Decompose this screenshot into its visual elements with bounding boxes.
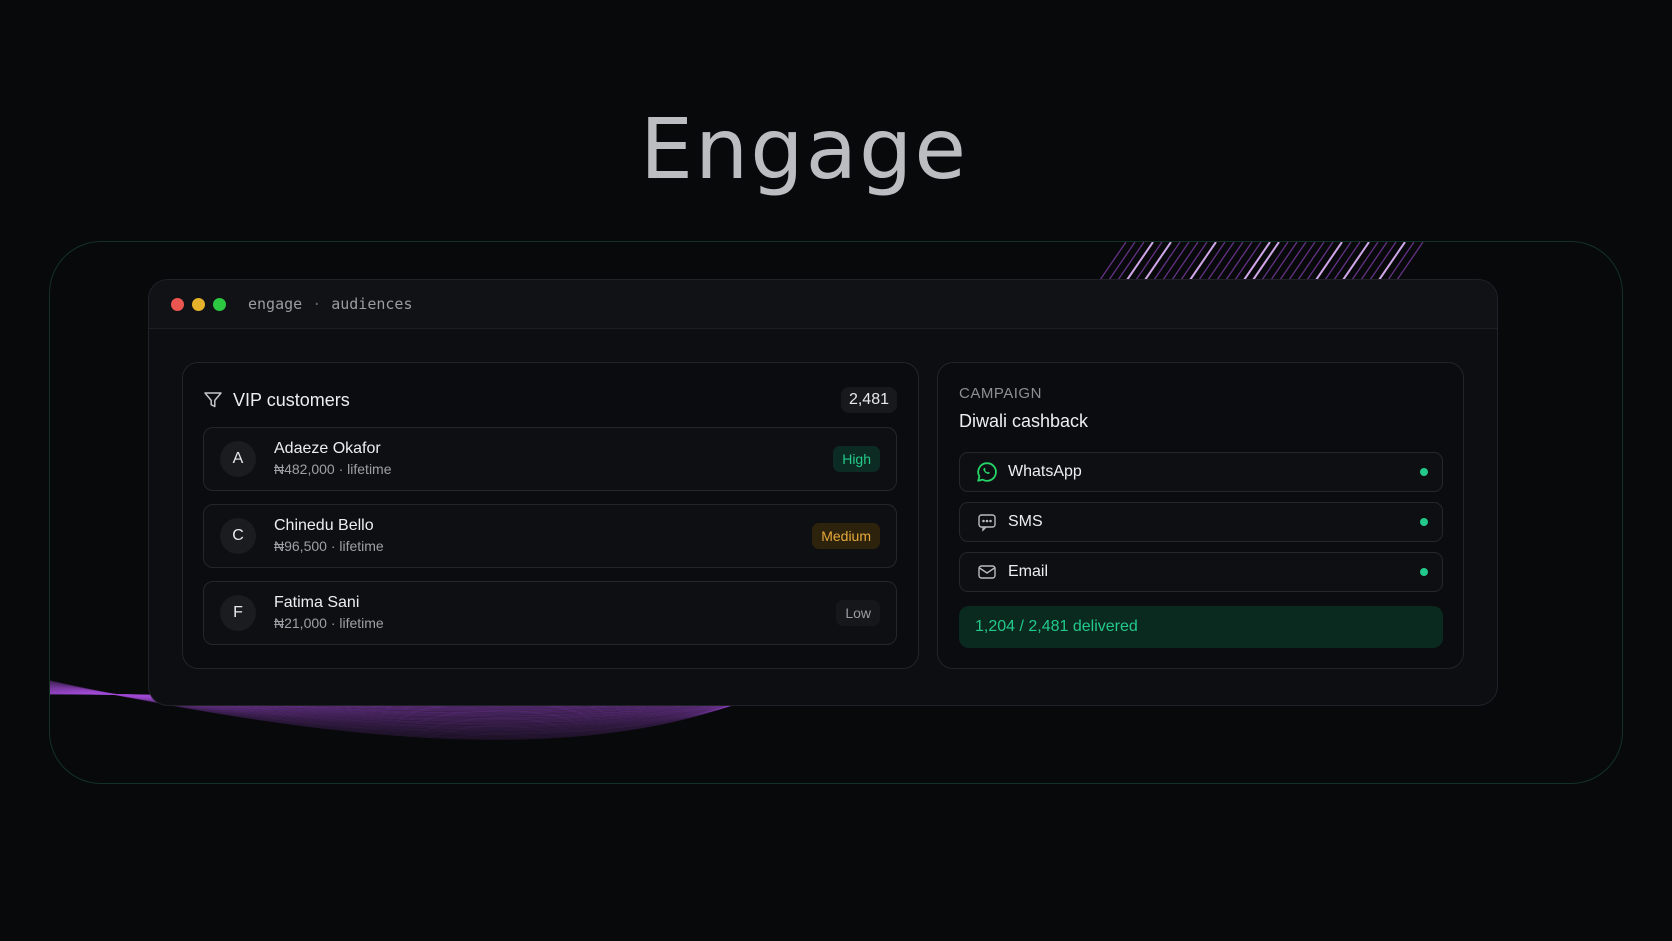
- channel-whatsapp[interactable]: WhatsApp: [959, 452, 1443, 492]
- audience-count-badge: 2,481: [840, 387, 897, 413]
- channel-name: WhatsApp: [1008, 463, 1082, 480]
- tier-badge: Medium: [812, 523, 880, 549]
- customer-row[interactable]: F Fatima Sani ₦21,000 · lifetime Low: [203, 581, 897, 645]
- channel-name: Email: [1008, 563, 1049, 580]
- audience-title: VIP customers: [233, 389, 350, 410]
- breadcrumb-separator: ·: [312, 295, 322, 313]
- filter-icon[interactable]: [203, 390, 223, 410]
- status-dot: [1420, 518, 1428, 526]
- close-window-button[interactable]: [171, 297, 184, 311]
- customer-list: A Adaeze Okafor ₦482,000 · lifetime High…: [203, 427, 897, 658]
- breadcrumb: engage · audiences: [248, 295, 413, 313]
- campaign-label: CAMPAIGN: [959, 385, 1042, 402]
- minimize-window-button[interactable]: [192, 297, 205, 311]
- email-icon: [976, 561, 998, 583]
- maximize-window-button[interactable]: [213, 297, 226, 311]
- campaign-title: Diwali cashback: [959, 411, 1089, 431]
- status-dot: [1420, 468, 1428, 476]
- customer-row[interactable]: C Chinedu Bello ₦96,500 · lifetime Mediu…: [203, 504, 897, 568]
- channel-email[interactable]: Email: [959, 552, 1443, 592]
- breadcrumb-item-engage[interactable]: engage: [248, 295, 302, 313]
- showcase-frame: engage · audiences VIP customers 2,481 A: [49, 241, 1623, 784]
- customer-lifetime-value: ₦96,500 · lifetime: [274, 538, 384, 554]
- avatar: F: [220, 595, 256, 631]
- customer-name: Adaeze Okafor: [274, 440, 381, 457]
- customer-lifetime-value: ₦21,000 · lifetime: [274, 615, 384, 631]
- app-window: engage · audiences VIP customers 2,481 A: [148, 279, 1498, 706]
- customer-lifetime-value: ₦482,000 · lifetime: [274, 461, 392, 477]
- customer-row[interactable]: A Adaeze Okafor ₦482,000 · lifetime High: [203, 427, 897, 491]
- whatsapp-icon: [976, 461, 998, 483]
- channel-name: SMS: [1008, 513, 1043, 530]
- audience-header: VIP customers 2,481: [203, 385, 897, 415]
- status-dot: [1420, 568, 1428, 576]
- customer-name: Chinedu Bello: [274, 517, 374, 534]
- channel-sms[interactable]: SMS: [959, 502, 1443, 542]
- hero-title: Engage: [639, 100, 969, 198]
- tier-badge: High: [833, 446, 880, 472]
- campaign-panel: CAMPAIGN Diwali cashback WhatsApp SMS Em…: [937, 362, 1464, 669]
- window-titlebar: engage · audiences: [149, 280, 1497, 329]
- delivery-progress: 1,204 / 2,481 delivered: [959, 606, 1443, 648]
- sms-icon: [976, 511, 998, 533]
- breadcrumb-item-audiences[interactable]: audiences: [331, 295, 412, 313]
- avatar: A: [220, 441, 256, 477]
- audience-panel: VIP customers 2,481 A Adaeze Okafor ₦482…: [182, 362, 919, 669]
- customer-name: Fatima Sani: [274, 594, 360, 611]
- avatar: C: [220, 518, 256, 554]
- tier-badge: Low: [836, 600, 880, 626]
- channel-list: WhatsApp SMS Email: [959, 452, 1443, 602]
